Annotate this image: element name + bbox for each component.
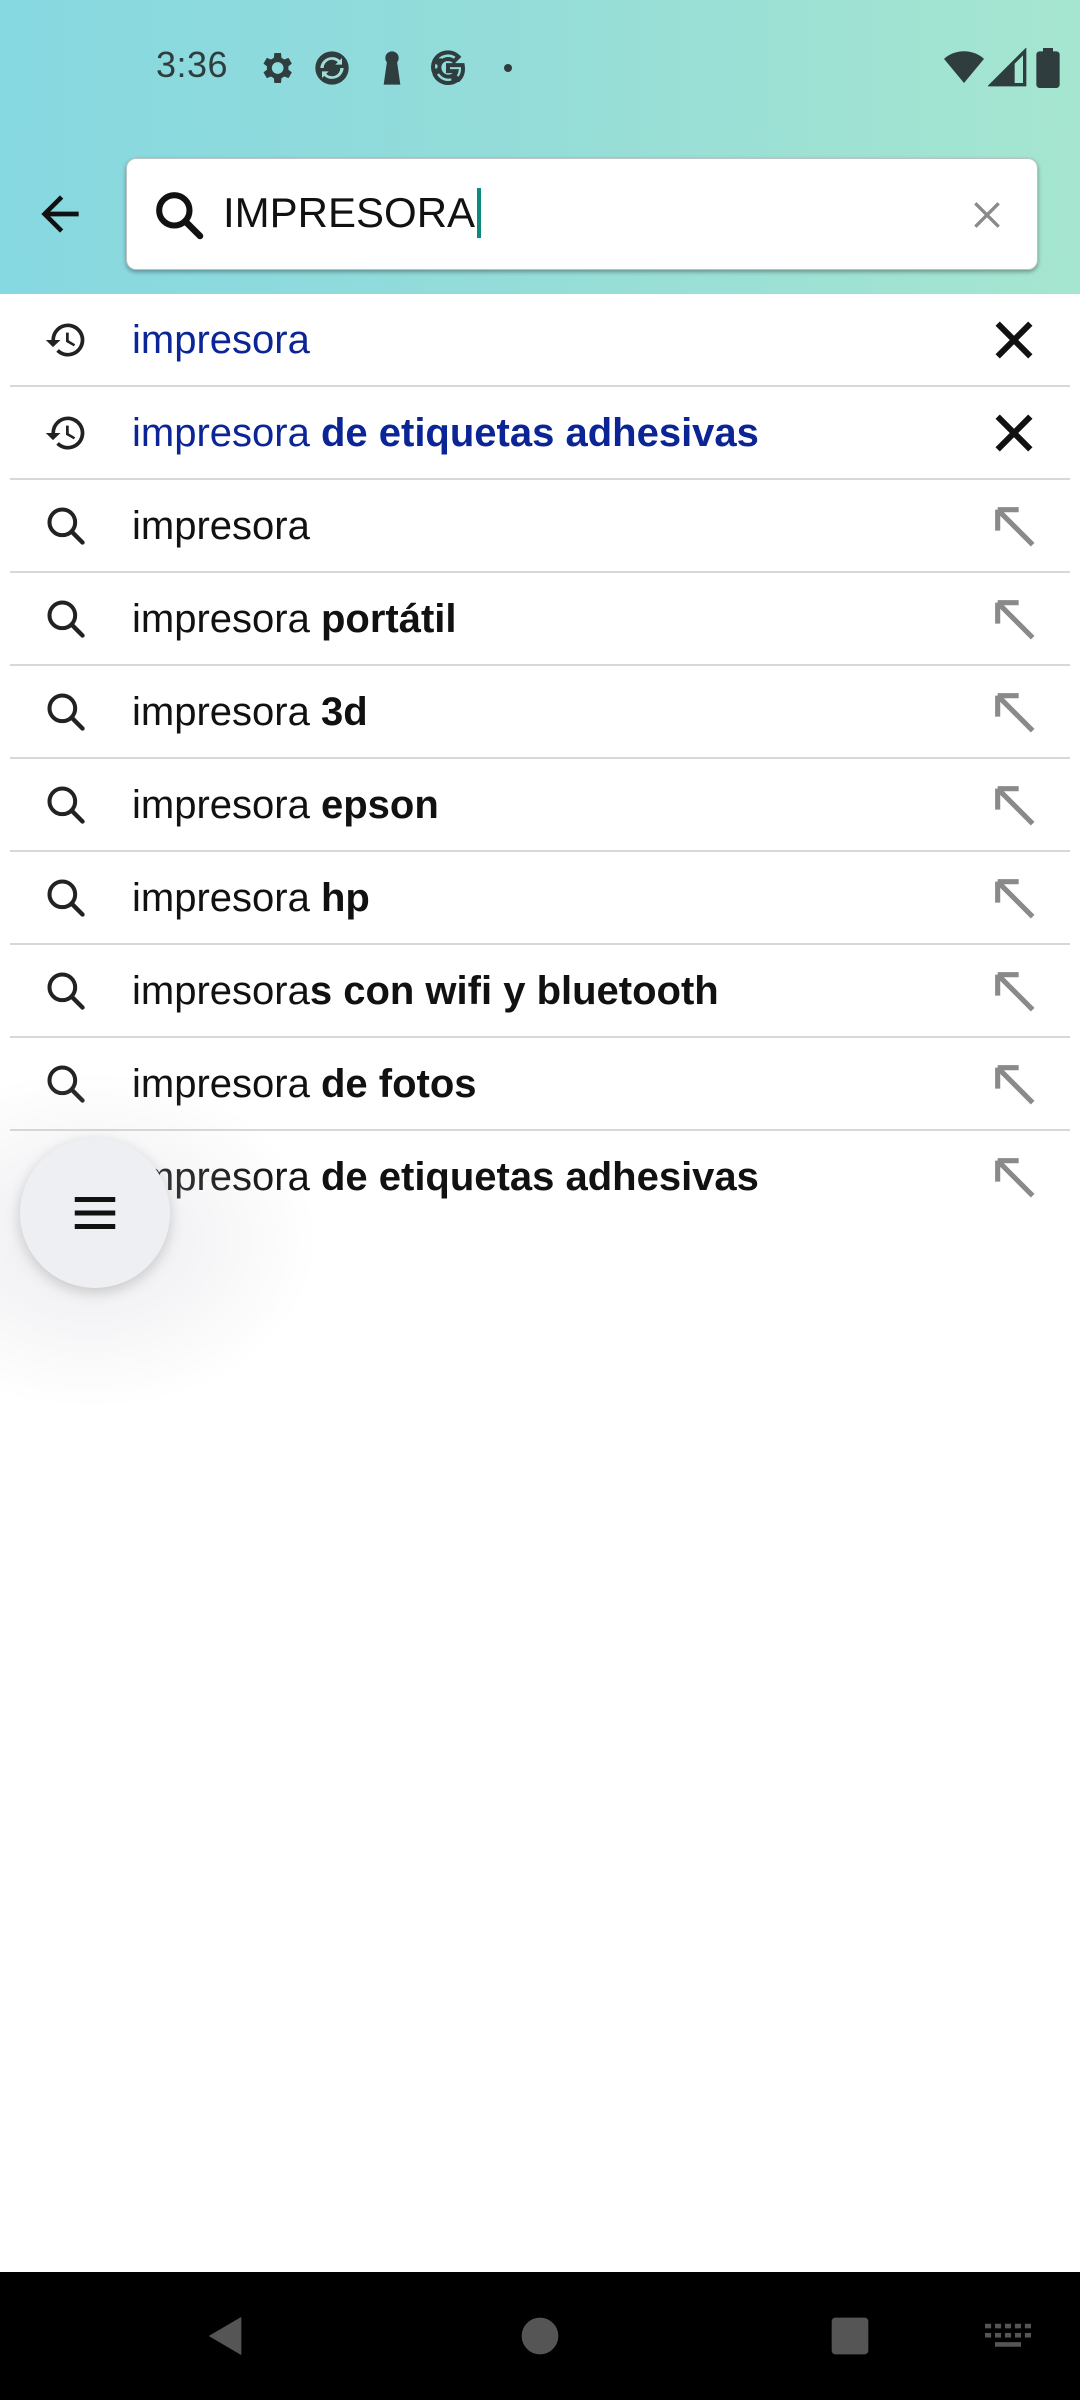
suggestion-prefix: impresora: [132, 690, 321, 734]
google-icon: [428, 48, 468, 88]
nav-recents-button[interactable]: [820, 2306, 880, 2366]
suggestion-text: impresora: [132, 294, 310, 387]
arrow-up-left-icon[interactable]: [986, 870, 1042, 926]
search-icon: [151, 187, 207, 243]
search-icon: [44, 690, 88, 734]
keyboard-icon: [985, 2323, 1031, 2347]
suggestion-text: impresora hp: [132, 852, 370, 945]
arrow-up-left-icon[interactable]: [986, 1149, 1042, 1205]
suggestion-completion: s con wifi y bluetooth: [309, 969, 719, 1013]
arrow-up-left-icon[interactable]: [986, 963, 1042, 1019]
search-suggestion-row[interactable]: impresora epson: [10, 759, 1070, 852]
search-icon: [44, 876, 88, 920]
suggestion-prefix: impresora: [132, 1062, 321, 1106]
sync-icon: [312, 48, 352, 88]
menu-button[interactable]: [20, 1138, 170, 1288]
search-icon: [44, 504, 88, 548]
status-time: 3:36: [156, 44, 229, 85]
search-box[interactable]: IMPRESORA: [126, 158, 1038, 270]
suggestion-completion: hp: [320, 876, 370, 920]
search-suggestion-row[interactable]: impresora 3d: [10, 666, 1070, 759]
screen: 3:36 IMPRESORA impresora impresora de et…: [0, 0, 1080, 2400]
navigation-bar: [0, 2272, 1080, 2400]
arrow-up-left-icon[interactable]: [986, 498, 1042, 554]
arrow-up-left-icon[interactable]: [986, 684, 1042, 740]
search-icon: [44, 1062, 88, 1106]
suggestion-text: impresora de fotos: [132, 1038, 477, 1131]
suggestion-text: impresoras con wifi y bluetooth: [132, 945, 719, 1038]
close-icon: [974, 202, 1000, 228]
search-input[interactable]: IMPRESORA: [223, 181, 863, 245]
close-icon[interactable]: [986, 405, 1042, 461]
search-suggestion-row[interactable]: impresora hp: [10, 852, 1070, 945]
search-icon: [44, 969, 88, 1013]
suggestion-text: impresora de etiquetas adhesivas: [132, 1131, 759, 1224]
nav-back-button[interactable]: [196, 2306, 256, 2366]
gear-icon: [256, 48, 296, 88]
keyhole-icon: [372, 48, 412, 88]
suggestion-prefix: impresora: [132, 876, 321, 920]
search-input-value: IMPRESORA: [223, 189, 476, 236]
suggestion-prefix: impresora: [132, 411, 321, 455]
nav-keyboard-button[interactable]: [978, 2306, 1038, 2366]
clear-search-button[interactable]: [957, 185, 1017, 245]
suggestion-text: impresora: [132, 480, 310, 573]
history-icon: [44, 411, 88, 455]
back-triangle-icon: [208, 2316, 242, 2356]
arrow-left-icon: [41, 195, 79, 233]
recents-square-icon: [831, 2317, 869, 2355]
suggestion-completion: de etiquetas adhesivas: [320, 411, 759, 455]
text-caret: [477, 188, 482, 238]
suggestion-completion: de etiquetas adhesivas: [320, 1155, 759, 1199]
suggestion-prefix: impresora: [132, 318, 310, 362]
back-button[interactable]: [22, 176, 98, 252]
history-icon: [44, 318, 88, 362]
suggestion-prefix: impresora: [132, 504, 310, 548]
wifi-icon: [942, 48, 986, 88]
suggestion-text: impresora 3d: [132, 666, 368, 759]
menu-icon: [74, 1197, 116, 1229]
suggestion-prefix: impresora: [132, 783, 321, 827]
nav-home-button[interactable]: [510, 2306, 570, 2366]
suggestion-list: impresora impresora de etiquetas adhesiva…: [0, 294, 1080, 1224]
search-suggestion-row[interactable]: impresoras con wifi y bluetooth: [10, 945, 1070, 1038]
suggestion-prefix: impresora: [132, 597, 321, 641]
search-suggestion-row[interactable]: impresora de fotos: [10, 1038, 1070, 1131]
history-suggestion-row[interactable]: impresora de etiquetas adhesivas: [10, 387, 1070, 480]
suggestion-prefix: impresora: [132, 969, 310, 1013]
arrow-up-left-icon[interactable]: [986, 1056, 1042, 1112]
dot-icon: [496, 48, 520, 88]
search-icon: [44, 597, 88, 641]
status-bar: 3:36: [0, 0, 1080, 136]
search-suggestion-row[interactable]: impresora portátil: [10, 573, 1070, 666]
suggestion-completion: portátil: [320, 597, 457, 641]
search-suggestion-row[interactable]: impresora: [10, 480, 1070, 573]
suggestion-completion: de fotos: [320, 1062, 477, 1106]
arrow-up-left-icon[interactable]: [986, 591, 1042, 647]
suggestion-completion: epson: [320, 783, 439, 827]
history-suggestion-row[interactable]: impresora: [10, 294, 1070, 387]
suggestion-text: impresora portátil: [132, 573, 457, 666]
close-icon[interactable]: [986, 312, 1042, 368]
suggestion-completion: 3d: [320, 690, 368, 734]
suggestion-text: impresora epson: [132, 759, 439, 852]
signal-icon: [988, 48, 1028, 88]
search-icon: [44, 783, 88, 827]
arrow-up-left-icon[interactable]: [986, 777, 1042, 833]
home-circle-icon: [521, 2317, 559, 2355]
suggestion-text: impresora de etiquetas adhesivas: [132, 387, 759, 480]
battery-icon: [1034, 48, 1062, 88]
